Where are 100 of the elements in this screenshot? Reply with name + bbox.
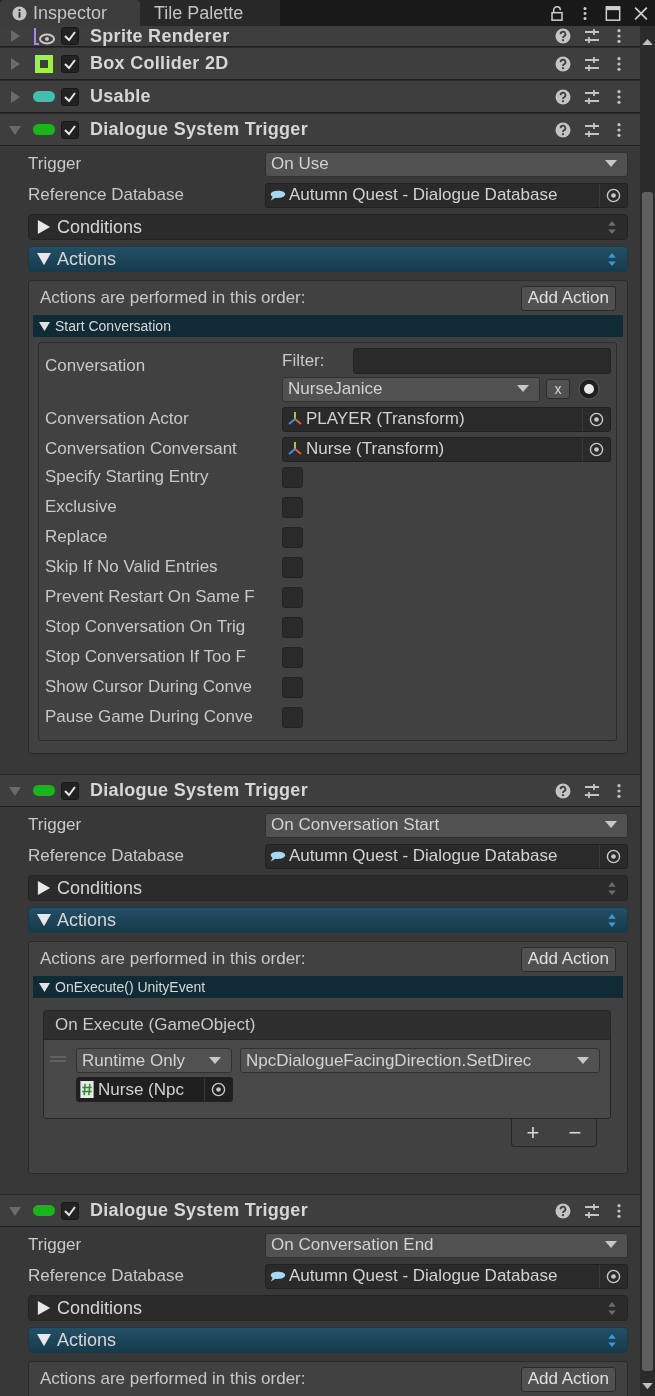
add-action-button[interactable]: Add Action [520, 285, 616, 311]
field-label: Exclusive [45, 497, 118, 517]
sort-arrows-icon [607, 880, 617, 896]
remove-button[interactable]: − [564, 1119, 586, 1146]
checkbox[interactable] [61, 54, 79, 73]
target-icon[interactable] [589, 441, 604, 457]
foldout-bar[interactable]: Conditions [28, 875, 628, 901]
foldout-bar[interactable]: Actions [28, 1327, 628, 1353]
sort-arrows-icon [607, 1300, 617, 1316]
pill-icon [33, 1204, 55, 1217]
sliders-icon[interactable] [584, 782, 600, 799]
checkbox[interactable] [282, 616, 303, 638]
sliders-icon[interactable] [584, 121, 600, 138]
more-icon[interactable] [616, 121, 622, 138]
field-label: Conversation Conversant [45, 439, 238, 459]
panel-tab[interactable]: Tile Palette [140, 0, 280, 26]
checkbox[interactable] [282, 496, 303, 518]
help-icon[interactable] [555, 88, 571, 105]
dropdown[interactable]: On Use [265, 151, 628, 177]
checkbox[interactable] [282, 646, 303, 668]
component-header[interactable]: Box Collider 2D [0, 47, 640, 80]
scrollbar[interactable] [640, 26, 655, 1396]
filter-field[interactable] [353, 348, 611, 374]
checkbox[interactable] [282, 526, 303, 548]
checkbox[interactable] [61, 1201, 79, 1220]
foldout-bar[interactable]: Conditions [28, 1295, 628, 1321]
more-icon[interactable] [616, 1202, 622, 1219]
checkbox[interactable] [282, 556, 303, 578]
clear-button[interactable]: x [546, 379, 570, 399]
checkbox[interactable] [282, 586, 303, 608]
object-field[interactable]: Autumn Quest - Dialogue Database [265, 182, 628, 208]
component-header[interactable]: Dialogue System Trigger [0, 113, 640, 146]
dropdown[interactable]: Runtime Only [76, 1048, 232, 1073]
scrollbar-thumb[interactable] [642, 192, 653, 1371]
checkbox[interactable] [282, 466, 303, 488]
event-title: On Execute (GameObject) [44, 1011, 610, 1040]
dropdown[interactable]: On Conversation Start [265, 812, 628, 838]
checkbox[interactable] [61, 120, 79, 139]
caret-icon [605, 821, 617, 829]
foldout-bar[interactable]: Actions [28, 907, 628, 933]
actions-note: Actions are performed in this order: [40, 949, 306, 969]
checkbox[interactable] [282, 676, 303, 698]
more-icon[interactable] [616, 782, 622, 799]
component-header[interactable]: Dialogue System Trigger [0, 774, 640, 807]
sliders-icon[interactable] [584, 1202, 600, 1219]
help-icon[interactable] [555, 782, 571, 799]
dropdown[interactable]: NurseJanice [282, 376, 540, 402]
add-button[interactable]: + [522, 1119, 544, 1146]
help-icon[interactable] [555, 55, 571, 72]
field-label: Show Cursor During Conve [45, 677, 253, 697]
more-icon[interactable] [616, 28, 622, 44]
radio-icon[interactable] [578, 378, 600, 400]
object-field[interactable]: Autumn Quest - Dialogue Database [265, 843, 628, 869]
more-icon[interactable] [616, 55, 622, 72]
triangle-icon [37, 220, 51, 234]
sliders-icon[interactable] [584, 55, 600, 72]
scroll-down-icon[interactable] [642, 1383, 653, 1390]
help-icon[interactable] [555, 28, 571, 44]
sliders-icon[interactable] [584, 28, 600, 44]
foldout-bar[interactable]: Conditions [28, 214, 628, 240]
script-icon [80, 1081, 94, 1098]
action-header[interactable]: Start Conversation [33, 315, 623, 337]
target-icon[interactable] [606, 187, 621, 203]
more-icon[interactable] [616, 88, 622, 105]
component-header[interactable]: Sprite Renderer [0, 26, 640, 47]
maximize-icon[interactable] [605, 5, 621, 21]
component-header[interactable]: Usable [0, 80, 640, 113]
foldout-bar[interactable]: Actions [28, 246, 628, 272]
add-action-button[interactable]: Add Action [520, 946, 616, 972]
panel-tab[interactable]: Inspector [0, 0, 140, 26]
field-label: Conversation Actor [45, 409, 190, 429]
checkbox[interactable] [282, 706, 303, 728]
add-action-button[interactable]: Add Action [520, 1366, 616, 1392]
object-field[interactable]: Autumn Quest - Dialogue Database [265, 1263, 628, 1289]
target-icon[interactable] [606, 848, 621, 864]
drag-handle-icon[interactable] [50, 1056, 66, 1062]
object-field[interactable]: Nurse (Npc [76, 1077, 233, 1102]
field-label: Specify Starting Entry [45, 467, 210, 487]
checkbox[interactable] [61, 781, 79, 800]
component-header[interactable]: Dialogue System Trigger [0, 1194, 640, 1227]
target-icon[interactable] [606, 1268, 621, 1284]
action-header[interactable]: OnExecute() UnityEvent [33, 976, 623, 998]
object-field[interactable]: Nurse (Transform) [282, 436, 611, 462]
help-icon[interactable] [555, 1202, 571, 1219]
target-icon[interactable] [589, 411, 604, 427]
checkbox[interactable] [61, 87, 79, 106]
close-icon[interactable] [633, 5, 649, 21]
object-field[interactable]: PLAYER (Transform) [282, 406, 611, 432]
checkbox[interactable] [61, 27, 79, 45]
dropdown[interactable]: On Conversation End [265, 1232, 628, 1258]
sliders-icon[interactable] [584, 88, 600, 105]
lock-icon[interactable] [549, 5, 565, 21]
triangle-icon [37, 252, 51, 266]
target-icon[interactable] [211, 1082, 226, 1097]
dropdown[interactable]: NpcDialogueFacingDirection.SetDirec [240, 1048, 600, 1073]
field-label: Trigger [28, 154, 83, 174]
pill-icon [33, 784, 55, 797]
caret-icon [605, 160, 617, 168]
help-icon[interactable] [555, 121, 571, 138]
scroll-up-icon[interactable] [642, 38, 653, 45]
